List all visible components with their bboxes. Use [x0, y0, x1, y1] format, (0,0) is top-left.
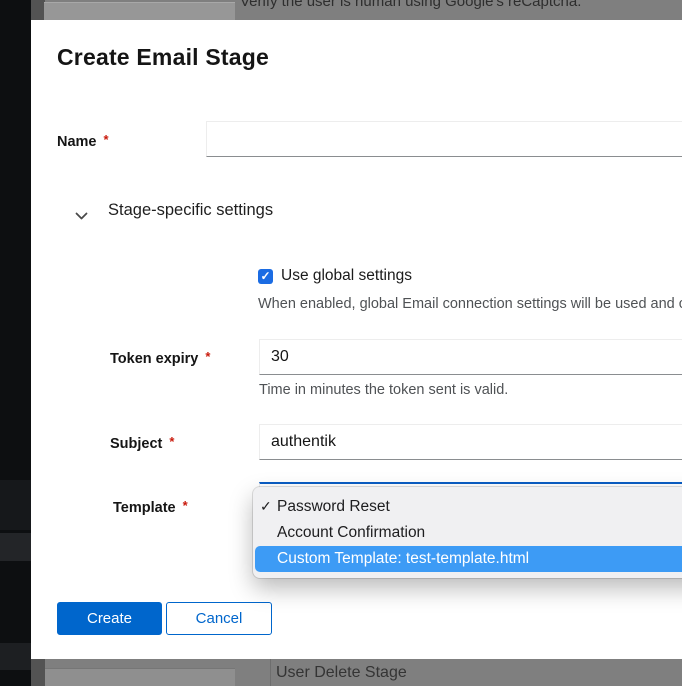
modal-title: Create Email Stage [57, 44, 269, 71]
create-email-stage-modal: Create Email Stage Name* Stage-specific … [31, 20, 682, 659]
dropdown-option-password-reset[interactable]: ✓ Password Reset [255, 494, 682, 520]
template-dropdown-menu: ✓ Password Reset Account Confirmation Cu… [253, 487, 682, 578]
sidebar-item-block [0, 643, 31, 670]
sidebar-item-block [0, 533, 31, 561]
table-cell-box [45, 668, 235, 686]
create-button[interactable]: Create [57, 602, 162, 635]
subject-label: Subject* [110, 436, 174, 452]
table-cell-box [44, 2, 235, 20]
cancel-button[interactable]: Cancel [166, 602, 272, 635]
required-asterisk: * [169, 434, 174, 449]
table-checkbox-column [31, 0, 45, 20]
selected-check-icon: ✓ [260, 498, 272, 515]
use-global-settings-checkbox[interactable]: ✓ [258, 269, 273, 284]
template-label: Template* [113, 500, 188, 516]
subject-input[interactable] [259, 424, 682, 460]
token-expiry-label: Token expiry* [110, 351, 210, 367]
table-row-title: User Delete Stage [276, 664, 407, 682]
checkbox-check-icon: ✓ [260, 269, 270, 283]
name-label: Name* [57, 134, 109, 150]
token-expiry-input[interactable] [259, 339, 682, 375]
table-row-description: Verify the user is human using Google's … [240, 0, 581, 10]
required-asterisk: * [104, 132, 109, 147]
name-input[interactable] [206, 121, 682, 157]
chevron-down-icon [75, 208, 88, 226]
table-column-divider [270, 659, 271, 686]
use-global-settings-label[interactable]: Use global settings [281, 267, 412, 285]
sidebar-item-block [0, 480, 31, 530]
token-expiry-help: Time in minutes the token sent is valid. [259, 382, 508, 398]
stage-settings-group-label: Stage-specific settings [108, 201, 273, 220]
dropdown-option-account-confirmation[interactable]: Account Confirmation [255, 520, 682, 546]
dropdown-option-custom-template[interactable]: Custom Template: test-template.html [255, 546, 682, 572]
required-asterisk: * [183, 498, 188, 513]
use-global-settings-help: When enabled, global Email connection se… [258, 296, 682, 312]
required-asterisk: * [205, 349, 210, 364]
table-checkbox-column [31, 659, 45, 686]
dimmed-table-row-top: Verify the user is human using Google's … [31, 0, 682, 20]
app-sidebar [0, 0, 31, 686]
dimmed-table-row-bottom: User Delete Stage [31, 659, 682, 686]
